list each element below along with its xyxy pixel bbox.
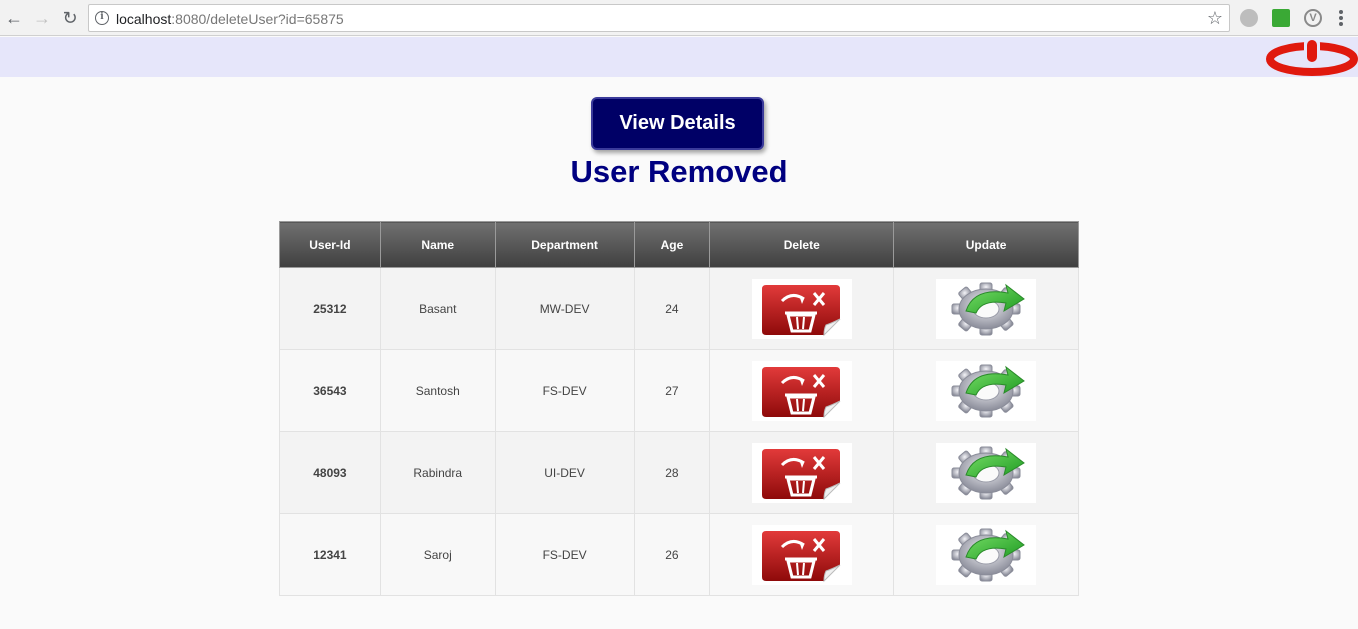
forward-arrow-icon[interactable]: →	[32, 8, 52, 28]
name-cell: Rabindra	[379, 431, 496, 514]
column-header-age: Age	[633, 221, 711, 268]
lock-extension-icon[interactable]	[1272, 9, 1290, 27]
column-header-user-id: User-Id	[279, 221, 381, 268]
department-cell: FS-DEV	[494, 513, 635, 596]
column-header-update: Update	[893, 221, 1079, 268]
trash-icon[interactable]	[751, 442, 852, 503]
delete-cell	[709, 431, 895, 514]
delete-cell	[709, 349, 895, 432]
trash-icon[interactable]	[751, 278, 852, 339]
url-path: :8080/deleteUser?id=65875	[171, 11, 344, 27]
trash-icon[interactable]	[751, 360, 852, 421]
page-title: User Removed	[570, 154, 788, 189]
user-id-cell: 36543	[279, 349, 381, 432]
address-bar[interactable]: i localhost:8080/deleteUser?id=65875 ☆	[88, 4, 1230, 32]
column-header-name: Name	[379, 221, 496, 268]
bookmark-star-icon[interactable]: ☆	[1207, 8, 1223, 29]
user-id-cell: 25312	[279, 267, 381, 350]
url-text[interactable]: localhost:8080/deleteUser?id=65875	[116, 11, 344, 27]
header-band	[0, 37, 1358, 77]
delete-cell	[709, 513, 895, 596]
user-id-cell: 12341	[279, 513, 381, 596]
gear-refresh-icon[interactable]	[936, 360, 1037, 421]
table-row: 12341 Saroj FS-DEV 26	[279, 513, 1079, 596]
view-details-button[interactable]: View Details	[591, 97, 764, 150]
department-cell: MW-DEV	[494, 267, 635, 350]
v-extension-icon[interactable]: V	[1304, 9, 1322, 27]
back-arrow-icon[interactable]: ←	[4, 8, 24, 28]
users-table: User-Id Name Department Age Delete Updat…	[279, 221, 1079, 596]
gear-refresh-icon[interactable]	[936, 442, 1037, 503]
age-cell: 26	[633, 513, 711, 596]
age-cell: 28	[633, 431, 711, 514]
browser-menu-icon[interactable]	[1336, 8, 1346, 28]
column-header-delete: Delete	[709, 221, 895, 268]
extension-icon[interactable]	[1240, 9, 1258, 27]
column-header-department: Department	[494, 221, 635, 268]
user-id-cell: 48093	[279, 431, 381, 514]
url-host: localhost	[116, 11, 172, 27]
browser-toolbar: ← → ↻ i localhost:8080/deleteUser?id=658…	[0, 0, 1358, 36]
table-row: 25312 Basant MW-DEV 24	[279, 267, 1079, 350]
site-info-icon[interactable]: i	[95, 11, 109, 25]
update-cell	[893, 431, 1079, 514]
age-cell: 24	[633, 267, 711, 350]
table-header-row: User-Id Name Department Age Delete Updat…	[279, 221, 1079, 268]
name-cell: Saroj	[379, 513, 496, 596]
department-cell: FS-DEV	[494, 349, 635, 432]
name-cell: Basant	[379, 267, 496, 350]
gear-refresh-icon[interactable]	[936, 524, 1037, 585]
trash-icon[interactable]	[751, 524, 852, 585]
update-cell	[893, 349, 1079, 432]
name-cell: Santosh	[379, 349, 496, 432]
update-cell	[893, 267, 1079, 350]
delete-cell	[709, 267, 895, 350]
age-cell: 27	[633, 349, 711, 432]
power-icon[interactable]	[1265, 39, 1358, 77]
table-row: 36543 Santosh FS-DEV 27	[279, 349, 1079, 432]
update-cell	[893, 513, 1079, 596]
department-cell: UI-DEV	[494, 431, 635, 514]
table-row: 48093 Rabindra UI-DEV 28	[279, 431, 1079, 514]
gear-refresh-icon[interactable]	[936, 278, 1037, 339]
reload-icon[interactable]: ↻	[60, 8, 80, 28]
